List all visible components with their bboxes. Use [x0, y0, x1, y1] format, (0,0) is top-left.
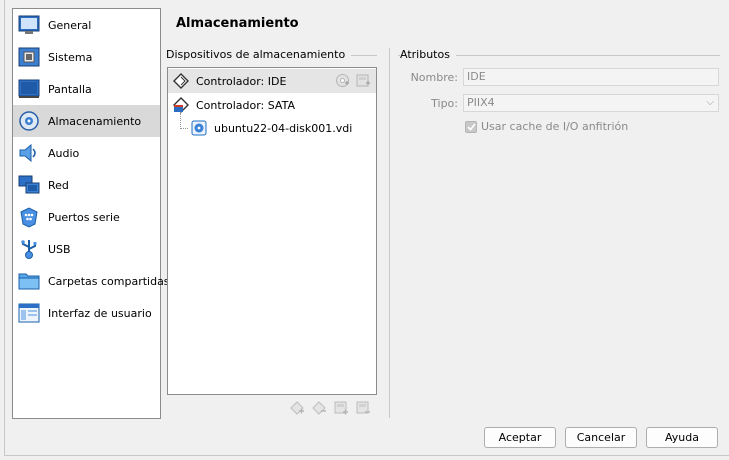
sidebar-item-general[interactable]: General	[13, 9, 160, 41]
help-button[interactable]: Ayuda	[646, 427, 718, 448]
type-select[interactable]: PIIX4 ⌵	[463, 94, 719, 112]
general-icon	[17, 13, 41, 37]
name-field[interactable]: IDE	[463, 68, 719, 86]
sidebar-item-usb[interactable]: USB	[13, 233, 160, 265]
shared-folders-icon	[17, 269, 41, 293]
hard-disk-icon	[190, 119, 208, 137]
tree-item-ide-controller[interactable]: Controlador: IDE	[168, 69, 376, 93]
user-interface-icon	[17, 301, 41, 325]
serial-ports-icon	[17, 205, 41, 229]
name-label: Nombre:	[410, 71, 458, 84]
sata-controller-icon	[172, 96, 190, 114]
display-icon	[17, 77, 41, 101]
tree-item-label: Controlador: SATA	[196, 98, 295, 112]
type-label: Tipo:	[431, 97, 458, 110]
page-title: Almacenamiento	[176, 16, 299, 31]
sidebar-item-label: General	[48, 18, 92, 32]
host-cache-option[interactable]: Usar cache de I/O anfitrión	[465, 120, 628, 133]
tree-item-sata-controller[interactable]: Controlador: SATA	[168, 93, 376, 117]
sidebar-item-network[interactable]: Red	[13, 169, 160, 201]
storage-toolbar	[288, 399, 371, 416]
cancel-button[interactable]: Cancelar	[565, 427, 637, 448]
sidebar-item-user-interface[interactable]: Interfaz de usuario	[13, 297, 160, 329]
settings-sidebar: General Sistema Pantalla Almacenamiento …	[12, 8, 170, 419]
host-cache-label: Usar cache de I/O anfitrión	[481, 120, 629, 133]
ok-button[interactable]: Aceptar	[484, 427, 556, 448]
sidebar-item-label: Carpetas compartidas	[48, 274, 170, 288]
storage-devices-label: Dispositivos de almacenamiento	[166, 48, 352, 61]
tree-item-label: Controlador: IDE	[196, 74, 287, 88]
sidebar-item-label: USB	[48, 242, 71, 256]
ide-controller-icon	[172, 72, 190, 90]
sidebar-item-label: Pantalla	[48, 82, 92, 96]
sidebar-item-display[interactable]: Pantalla	[13, 73, 160, 105]
tree-connector	[180, 113, 188, 129]
sidebar-item-label: Puertos serie	[48, 210, 120, 224]
add-attachment-icon[interactable]	[332, 399, 349, 416]
controller-actions	[334, 72, 372, 89]
sidebar-item-label: Interfaz de usuario	[48, 306, 152, 320]
system-icon	[17, 45, 41, 69]
sidebar-item-label: Red	[48, 178, 69, 192]
storage-tree[interactable]: Controlador: IDE Controlador: SATA ubunt…	[167, 67, 377, 395]
remove-attachment-icon[interactable]	[354, 399, 371, 416]
storage-icon	[17, 109, 41, 133]
add-optical-drive-icon[interactable]	[334, 72, 351, 89]
sidebar-item-audio[interactable]: Audio	[13, 137, 160, 169]
remove-controller-icon[interactable]	[310, 399, 327, 416]
network-icon	[17, 173, 41, 197]
tree-item-disk[interactable]: ubuntu22-04-disk001.vdi	[168, 116, 376, 140]
tree-item-label: ubuntu22-04-disk001.vdi	[214, 121, 353, 135]
usb-icon	[17, 237, 41, 261]
host-cache-checkbox[interactable]	[465, 120, 477, 133]
sidebar-item-label: Audio	[48, 146, 80, 160]
sidebar-item-system[interactable]: Sistema	[13, 41, 160, 73]
sidebar-item-label: Almacenamiento	[48, 114, 142, 128]
attributes-label: Atributos	[400, 48, 456, 61]
add-controller-icon[interactable]	[288, 399, 305, 416]
add-hard-disk-icon[interactable]	[355, 72, 372, 89]
chevron-down-icon: ⌵	[706, 97, 714, 108]
sidebar-item-label: Sistema	[48, 50, 93, 64]
type-select-value: PIIX4	[467, 96, 495, 109]
sidebar-item-shared-folders[interactable]: Carpetas compartidas	[13, 265, 170, 297]
sidebar-item-storage[interactable]: Almacenamiento	[13, 105, 160, 137]
sidebar-item-serial-ports[interactable]: Puertos serie	[13, 201, 160, 233]
audio-icon	[17, 141, 41, 165]
